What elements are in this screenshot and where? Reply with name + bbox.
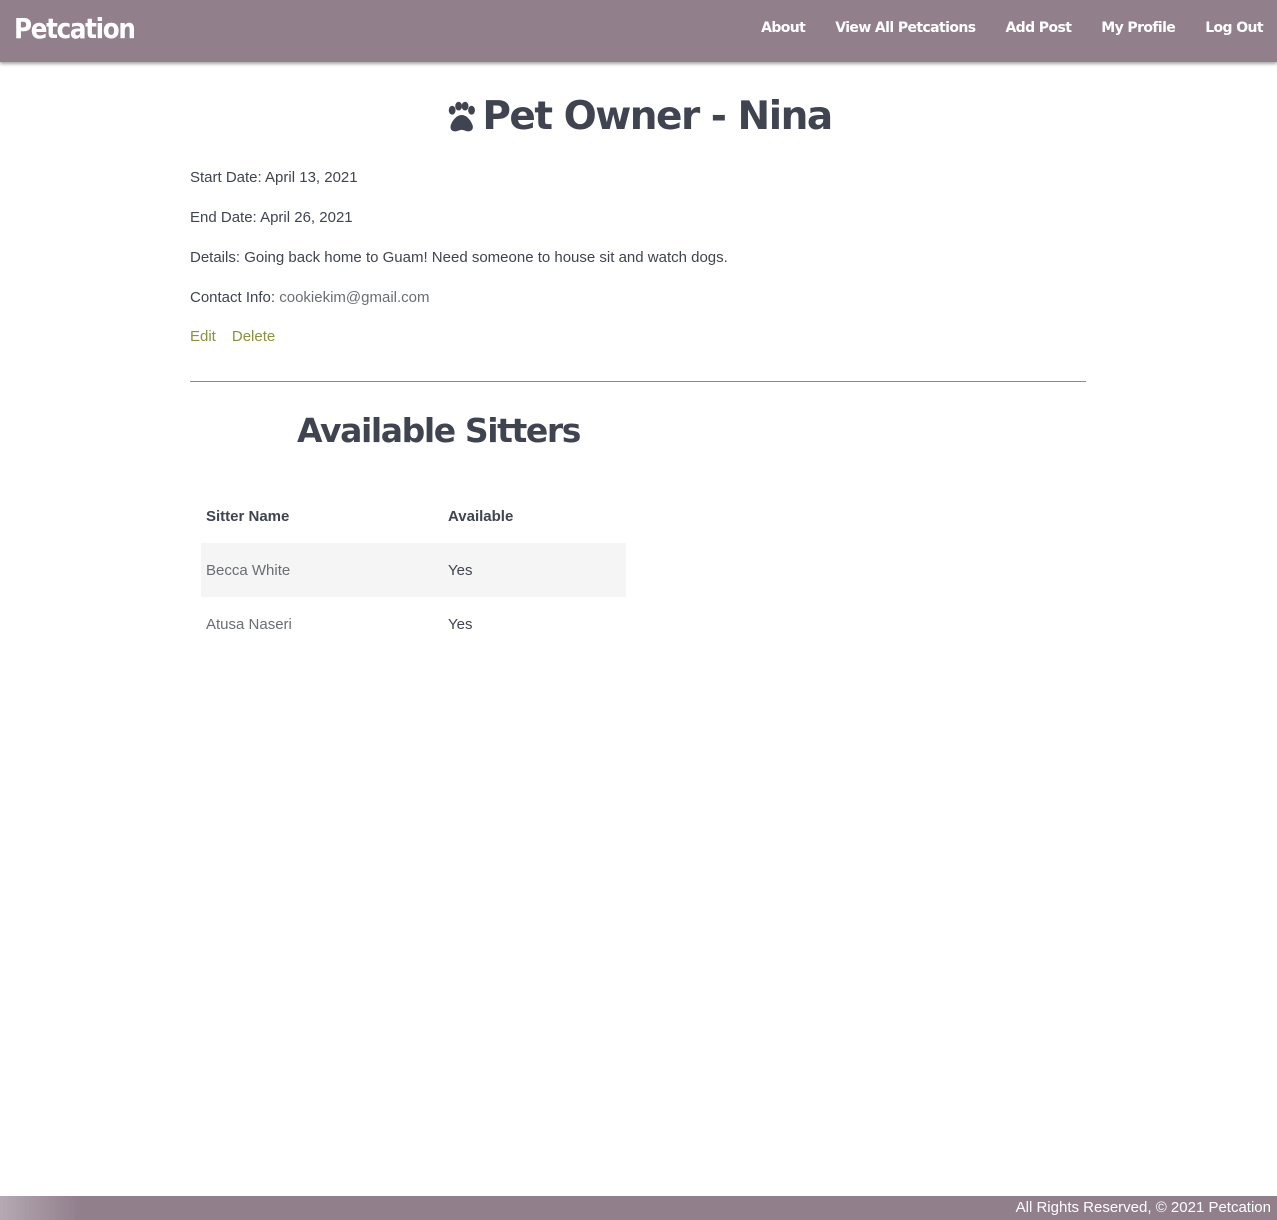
nav-add-post-link[interactable]: Add Post	[1005, 20, 1071, 36]
nav-log-out-link[interactable]: Log Out	[1205, 20, 1263, 36]
section-divider	[190, 381, 1086, 382]
paw-icon	[449, 101, 476, 132]
start-date-label: Start Date:	[190, 169, 262, 186]
nav-links: About View All Petcations Add Post My Pr…	[761, 20, 1264, 36]
table-row: Atusa Naseri Yes	[201, 597, 626, 651]
edit-link[interactable]: Edit	[190, 328, 216, 345]
table-header-row: Sitter Name Available	[201, 489, 626, 543]
nav-view-all-petcations-link[interactable]: View All Petcations	[835, 20, 976, 36]
end-date-row: End Date: April 26, 2021	[190, 208, 353, 228]
delete-link[interactable]: Delete	[232, 328, 275, 345]
end-date-value: April 26, 2021	[260, 209, 353, 226]
page-title-text: Pet Owner - Nina	[482, 94, 833, 139]
footer: All Rights Reserved, © 2021 Petcation	[0, 1196, 1277, 1220]
brand-logo-link[interactable]: Petcation	[14, 12, 136, 45]
sitter-available-cell: Yes	[443, 543, 626, 597]
top-navbar: Petcation About View All Petcations Add …	[0, 0, 1277, 62]
footer-copyright: All Rights Reserved, © 2021 Petcation	[1015, 1199, 1271, 1216]
sitters-heading: Available Sitters	[297, 411, 581, 450]
post-actions: Edit Delete	[190, 328, 275, 345]
details-label: Details:	[190, 249, 241, 266]
sitter-name-header: Sitter Name	[206, 507, 290, 525]
sitter-name-link[interactable]: Atusa Naseri	[206, 616, 292, 633]
available-header: Available	[448, 507, 514, 525]
details-value: Going back home to Guam! Need someone to…	[244, 249, 728, 266]
sitters-table: Sitter Name Available Becca White Yes At…	[201, 489, 626, 651]
main-content: Pet Owner - Nina Start Date: April 13, 2…	[190, 63, 1086, 633]
contact-email-link[interactable]: cookiekim@gmail.com	[279, 289, 429, 306]
sitter-available-cell: Yes	[448, 615, 473, 633]
details-row: Details: Going back home to Guam! Need s…	[190, 248, 728, 268]
end-date-label: End Date:	[190, 209, 257, 226]
contact-label: Contact Info:	[190, 289, 276, 306]
page-title: Pet Owner - Nina	[190, 93, 1086, 141]
start-date-row: Start Date: April 13, 2021	[190, 168, 358, 188]
start-date-value: April 13, 2021	[265, 169, 358, 186]
contact-row: Contact Info: cookiekim@gmail.com	[190, 288, 430, 308]
nav-about-link[interactable]: About	[761, 20, 806, 36]
nav-my-profile-link[interactable]: My Profile	[1101, 20, 1176, 36]
table-row: Becca White Yes	[201, 543, 626, 597]
sitter-name-link[interactable]: Becca White	[206, 562, 290, 579]
